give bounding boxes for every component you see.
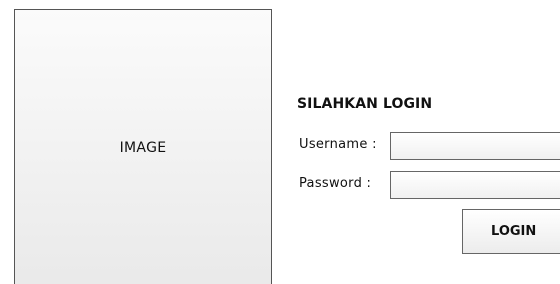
username-input[interactable]	[390, 132, 560, 160]
image-placeholder-label: IMAGE	[119, 140, 167, 156]
password-label: Password :	[299, 176, 372, 191]
login-button[interactable]: LOGIN	[462, 209, 560, 254]
password-input[interactable]	[390, 171, 560, 199]
image-placeholder: IMAGE	[14, 9, 272, 284]
login-title: SILAHKAN LOGIN	[297, 96, 433, 112]
username-label: Username :	[299, 137, 377, 152]
login-page: IMAGE SILAHKAN LOGIN Username : Password…	[0, 0, 560, 284]
